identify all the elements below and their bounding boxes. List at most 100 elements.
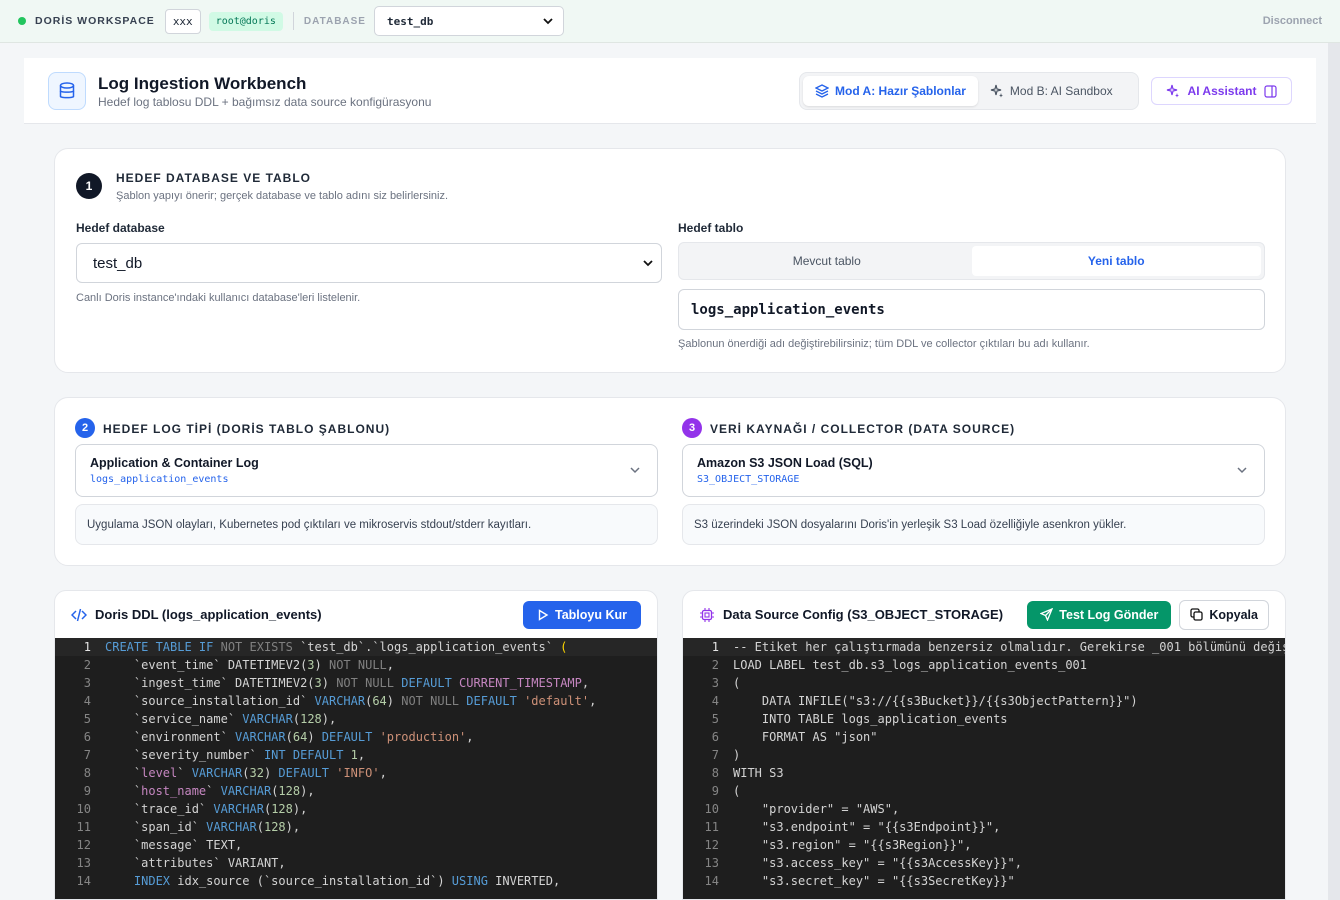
layers-icon	[815, 84, 829, 98]
config-code-editor[interactable]: 1 -- Etiket her çalıştırmada benzersiz ol…	[683, 638, 1285, 899]
code-line: 4 `source_installation_id` VARCHAR(64) N…	[83, 694, 597, 708]
table-mode-toggle: Mevcut tablo Yeni tablo	[678, 242, 1265, 280]
ddl-panel-header: Doris DDL (logs_application_events) Tabl…	[55, 591, 657, 638]
code-line: 7 `severity_number` INT DEFAULT 1,	[83, 748, 366, 762]
chevron-down-icon	[543, 18, 553, 25]
chip-icon	[700, 607, 714, 622]
panel-toggle-icon	[1264, 84, 1278, 98]
mode-switcher: Mod A: Hazır Şablonlar Mod B: AI Sandbox	[799, 72, 1139, 110]
log-type-table: logs_application_events	[90, 474, 229, 485]
tab-existing-table[interactable]: Mevcut tablo	[682, 246, 972, 276]
chevron-down-icon	[630, 467, 640, 474]
section-title: HEDEF DATABASE VE TABLO	[116, 171, 312, 185]
top-bar: DORİS WORKSPACE xxx root@doris DATABASE …	[0, 0, 1340, 43]
mode-a-tab[interactable]: Mod A: Hazır Şablonlar	[803, 76, 978, 106]
database-label: DATABASE	[303, 15, 366, 27]
log-type-title: Application & Container Log	[90, 456, 259, 470]
target-database-label: Hedef database	[76, 221, 165, 235]
code-icon	[71, 608, 87, 621]
page-subtitle: Hedef log tablosu DDL + bağımsız data so…	[98, 95, 432, 109]
copy-button[interactable]: Kopyala	[1179, 599, 1269, 630]
code-line: 5 `service_name` VARCHAR(128),	[83, 712, 337, 726]
send-test-log-label: Test Log Gönder	[1059, 607, 1159, 622]
log-type-description: Uygulama JSON olayları, Kubernetes pod ç…	[75, 504, 658, 545]
target-database-hint: Canlı Doris instance'ındaki kullanıcı da…	[76, 292, 361, 304]
ai-assistant-label: AI Assistant	[1187, 84, 1257, 98]
step-number: 1	[76, 173, 102, 199]
code-line: 6 FORMAT AS "json"	[711, 730, 878, 744]
ai-assistant-button[interactable]: AI Assistant	[1151, 77, 1292, 105]
code-line: 9 `host_name` VARCHAR(128),	[83, 784, 315, 798]
send-icon	[1040, 608, 1054, 621]
code-line: 3 `ingest_time` DATETIMEV2(3) NOT NULL D…	[83, 676, 590, 690]
host-chip: xxx	[164, 8, 201, 34]
create-table-button[interactable]: Tabloyu Kur	[523, 600, 641, 629]
ddl-panel: Doris DDL (logs_application_events) Tabl…	[54, 590, 658, 900]
section-subtitle: Şablon yapıyı önerir; gerçek database ve…	[116, 190, 449, 202]
target-table-label: Hedef tablo	[678, 221, 744, 235]
code-line: 14 INDEX idx_source (`source_installatio…	[76, 874, 561, 888]
ddl-panel-title: Doris DDL (logs_application_events)	[95, 607, 322, 622]
page-title: Log Ingestion Workbench	[98, 74, 307, 93]
code-line: 9(	[711, 784, 741, 798]
section-title: HEDEF LOG TİPİ (DORİS TABLO ŞABLONU)	[103, 422, 391, 436]
tab-new-table[interactable]: Yeni tablo	[971, 246, 1261, 276]
code-line: 4 DATA INFILE("s3://{{s3Bucket}}/{{s3Obj…	[711, 694, 1138, 708]
code-line: 2 LOAD LABEL test_db.s3_logs_application_…	[711, 658, 1088, 672]
code-line: 12 "s3.region" = "{{s3Region}}",	[704, 838, 972, 852]
code-line: 12 `message` TEXT,	[76, 838, 243, 852]
code-line: 8 `level` VARCHAR(32) DEFAULT 'INFO',	[83, 766, 387, 780]
code-line: 2 `event_time` DATETIMEV2(3) NOT NULL,	[83, 658, 395, 672]
play-icon	[538, 608, 549, 621]
database-select[interactable]: test_db	[373, 6, 564, 36]
code-line: 10 `trace_id` VARCHAR(128),	[76, 802, 308, 816]
code-line: 8 WITH S3	[711, 766, 784, 780]
config-panel: Data Source Config (S3_OBJECT_STORAGE) T…	[682, 590, 1286, 900]
config-panel-title: Data Source Config (S3_OBJECT_STORAGE)	[723, 607, 1004, 622]
data-source-type: S3_OBJECT_STORAGE	[697, 474, 800, 485]
config-panel-header: Data Source Config (S3_OBJECT_STORAGE) T…	[683, 591, 1285, 638]
code-line: 7)	[711, 748, 741, 762]
database-select-value: test_db	[386, 14, 434, 28]
page-header: Log Ingestion Workbench Hedef log tablos…	[24, 58, 1316, 124]
target-database-card: 1 HEDEF DATABASE VE TABLO Şablon yapıyı …	[54, 148, 1286, 373]
workspace-label: DORİS WORKSPACE	[35, 15, 155, 27]
sparkles-icon	[1166, 84, 1179, 98]
code-line: 6 `environment` VARCHAR(64) DEFAULT 'pro…	[83, 730, 474, 744]
code-line: 5 INTO TABLE logs_application_events	[711, 712, 1008, 726]
code-line: 14 "s3.secret_key" = "{{s3SecretKey}}"	[704, 874, 1015, 888]
mode-b-tab[interactable]: Mod B: AI Sandbox	[978, 76, 1125, 106]
user-badge: root@doris	[208, 11, 283, 31]
code-line: 3(	[711, 676, 741, 690]
data-source-title: Amazon S3 JSON Load (SQL)	[697, 456, 873, 470]
data-source-select[interactable]: Amazon S3 JSON Load (SQL) S3_OBJECT_STOR…	[682, 444, 1265, 497]
target-database-value: test_db	[93, 254, 143, 272]
code-line: 13 "s3.access_key" = "{{s3AccessKey}}",	[704, 856, 1022, 870]
mode-b-label: Mod B: AI Sandbox	[1009, 84, 1113, 98]
divider	[292, 12, 294, 30]
code-line: 1 CREATE TABLE IF NOT EXISTS `test_db`.`l…	[55, 638, 657, 656]
log-type-select[interactable]: Application & Container Log logs_applica…	[75, 444, 658, 497]
step-number: 2	[75, 418, 95, 438]
log-type-source-card: 2 HEDEF LOG TİPİ (DORİS TABLO ŞABLONU) A…	[54, 397, 1286, 566]
mode-a-label: Mod A: Hazır Şablonlar	[835, 84, 966, 98]
database-icon	[48, 72, 86, 110]
table-name-input[interactable]: logs_application_events	[678, 289, 1265, 330]
connection-status-dot	[18, 17, 26, 25]
copy-label: Kopyala	[1209, 607, 1258, 622]
disconnect-button[interactable]: Disconnect	[1263, 15, 1322, 27]
page-scrollbar[interactable]	[1328, 43, 1340, 900]
ddl-code-editor[interactable]: 1 CREATE TABLE IF NOT EXISTS `test_db`.`l…	[55, 638, 657, 899]
code-line: 11 "s3.endpoint" = "{{s3Endpoint}}",	[704, 820, 1001, 834]
send-test-log-button[interactable]: Test Log Gönder	[1027, 600, 1172, 629]
table-name-hint: Şablonun önerdiği adı değiştirebilirsini…	[678, 338, 1090, 350]
sparkles-icon	[990, 84, 1003, 98]
section-title: VERİ KAYNAĞI / COLLECTOR (DATA SOURCE)	[710, 422, 1016, 436]
chevron-down-icon	[1237, 467, 1247, 474]
target-database-select[interactable]: test_db	[76, 243, 662, 283]
chevron-down-icon	[643, 260, 653, 267]
copy-icon	[1190, 608, 1204, 621]
code-line: 1 -- Etiket her çalıştırmada benzersiz ol…	[683, 638, 1285, 656]
code-line: 11 `span_id` VARCHAR(128),	[76, 820, 301, 834]
create-table-label: Tabloyu Kur	[555, 607, 627, 622]
